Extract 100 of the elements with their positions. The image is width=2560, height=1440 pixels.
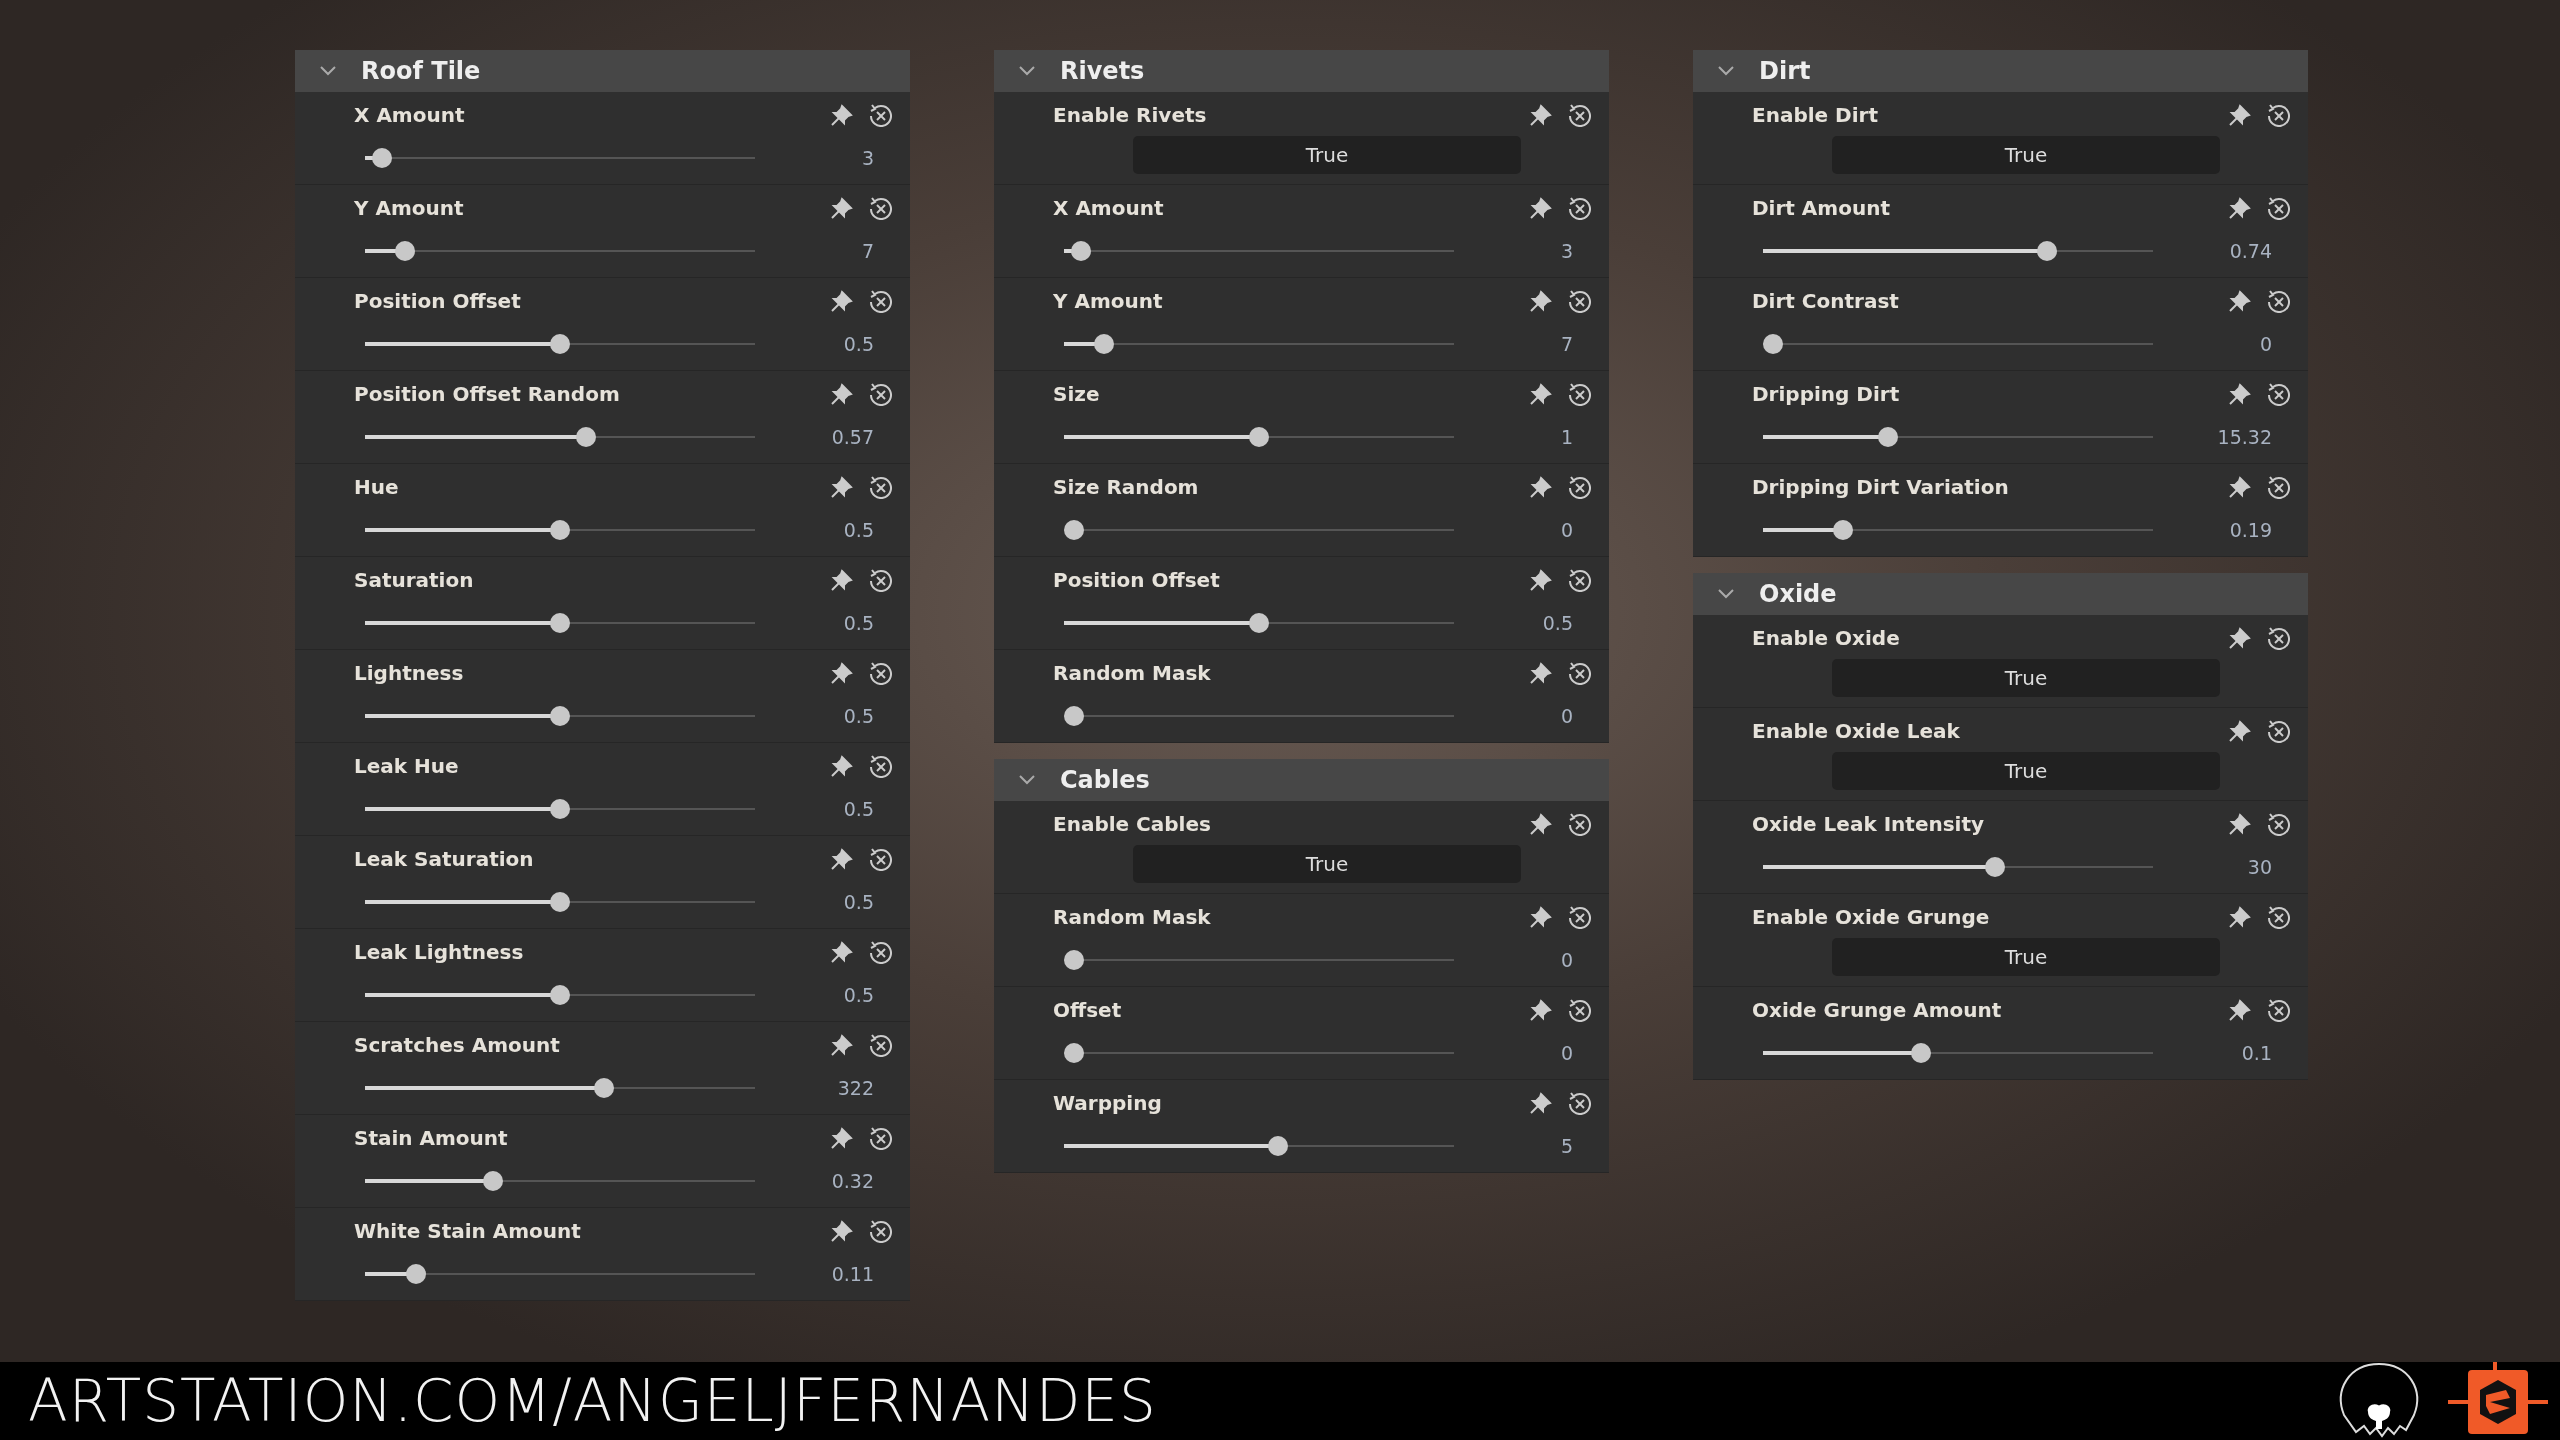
chevron-icon [1018,65,1036,77]
reset-icon[interactable] [2266,289,2290,313]
pin-icon[interactable] [2228,103,2252,127]
parameter-label: Stain Amount [354,1125,508,1152]
reset-icon[interactable] [1567,382,1591,406]
reset-icon[interactable] [868,196,892,220]
parameter-label: Leak Saturation [354,846,534,873]
pin-icon[interactable] [1529,475,1553,499]
pin-icon[interactable] [830,1033,854,1057]
toggle-button[interactable]: True [1832,659,2220,697]
section-title: Oxide [1759,579,1837,610]
slider-value: 0.57 [831,425,874,450]
reset-icon[interactable] [1567,998,1591,1022]
parameter-label: Oxide Grunge Amount [1752,997,2002,1024]
reset-icon[interactable] [1567,289,1591,313]
slider-value: 0 [1560,1041,1573,1066]
reset-icon[interactable] [868,940,892,964]
parameter-label: Position Offset [354,288,521,315]
reset-icon[interactable] [868,847,892,871]
pin-icon[interactable] [830,940,854,964]
pin-icon[interactable] [2228,998,2252,1022]
section-header[interactable]: Rivets [994,50,1609,92]
parameter-label: Enable Cables [1053,811,1211,838]
pin-icon[interactable] [2228,382,2252,406]
reset-icon[interactable] [868,382,892,406]
toggle-button[interactable]: True [1133,136,1521,174]
pin-icon[interactable] [1529,568,1553,592]
reset-icon[interactable] [1567,475,1591,499]
reset-icon[interactable] [1567,1091,1591,1115]
chevron-icon [1717,588,1735,600]
pin-icon[interactable] [830,847,854,871]
parameter-label: Random Mask [1053,904,1211,931]
reset-icon[interactable] [2266,626,2290,650]
pin-icon[interactable] [830,103,854,127]
pin-icon[interactable] [830,754,854,778]
pin-icon[interactable] [2228,905,2252,929]
reset-icon[interactable] [2266,998,2290,1022]
pin-icon[interactable] [830,661,854,685]
toggle-button[interactable]: True [1832,938,2220,976]
pin-icon[interactable] [1529,289,1553,313]
pin-icon[interactable] [2228,196,2252,220]
reset-icon[interactable] [868,568,892,592]
pin-icon[interactable] [830,289,854,313]
parameter-label: Dirt Amount [1752,195,1890,222]
reset-icon[interactable] [868,103,892,127]
reset-icon[interactable] [868,289,892,313]
pin-icon[interactable] [830,568,854,592]
section-title: Roof Tile [361,56,481,87]
reset-icon[interactable] [2266,103,2290,127]
pin-icon[interactable] [2228,289,2252,313]
slider-value: 0 [2259,332,2272,357]
slider-value: 5 [1560,1134,1573,1159]
reset-icon[interactable] [868,1033,892,1057]
pin-icon[interactable] [830,1219,854,1243]
reset-icon[interactable] [1567,905,1591,929]
pin-icon[interactable] [1529,382,1553,406]
reset-icon[interactable] [1567,103,1591,127]
toggle-button[interactable]: True [1832,136,2220,174]
reset-icon[interactable] [868,661,892,685]
pin-icon[interactable] [2228,475,2252,499]
reset-icon[interactable] [2266,719,2290,743]
reset-icon[interactable] [868,475,892,499]
pin-icon[interactable] [830,382,854,406]
parameter-label: Y Amount [1053,288,1163,315]
pin-icon[interactable] [1529,196,1553,220]
pin-icon[interactable] [1529,998,1553,1022]
pin-icon[interactable] [2228,812,2252,836]
toggle-button[interactable]: True [1832,752,2220,790]
reset-icon[interactable] [1567,568,1591,592]
reset-icon[interactable] [868,1126,892,1150]
pin-icon[interactable] [2228,719,2252,743]
toggle-button[interactable]: True [1133,845,1521,883]
pin-icon[interactable] [830,475,854,499]
reset-icon[interactable] [1567,196,1591,220]
section-header[interactable]: Dirt [1693,50,2308,92]
pin-icon[interactable] [1529,661,1553,685]
pin-icon[interactable] [2228,626,2252,650]
reset-icon[interactable] [2266,382,2290,406]
reset-icon[interactable] [2266,812,2290,836]
pin-icon[interactable] [1529,103,1553,127]
slider-value: 15.32 [2217,425,2272,450]
reset-icon[interactable] [2266,196,2290,220]
section-header[interactable]: Cables [994,759,1609,801]
reset-icon[interactable] [1567,812,1591,836]
reset-icon[interactable] [2266,475,2290,499]
section-header[interactable]: Oxide [1693,573,2308,615]
slider-value: 7 [861,239,874,264]
pin-icon[interactable] [830,196,854,220]
slider-value: 1 [1560,425,1573,450]
slider-value: 0.32 [831,1169,874,1194]
section-header[interactable]: Roof Tile [295,50,910,92]
reset-icon[interactable] [868,1219,892,1243]
parameter-label: Oxide Leak Intensity [1752,811,1985,838]
pin-icon[interactable] [1529,1091,1553,1115]
reset-icon[interactable] [1567,661,1591,685]
pin-icon[interactable] [1529,905,1553,929]
reset-icon[interactable] [2266,905,2290,929]
reset-icon[interactable] [868,754,892,778]
pin-icon[interactable] [830,1126,854,1150]
pin-icon[interactable] [1529,812,1553,836]
